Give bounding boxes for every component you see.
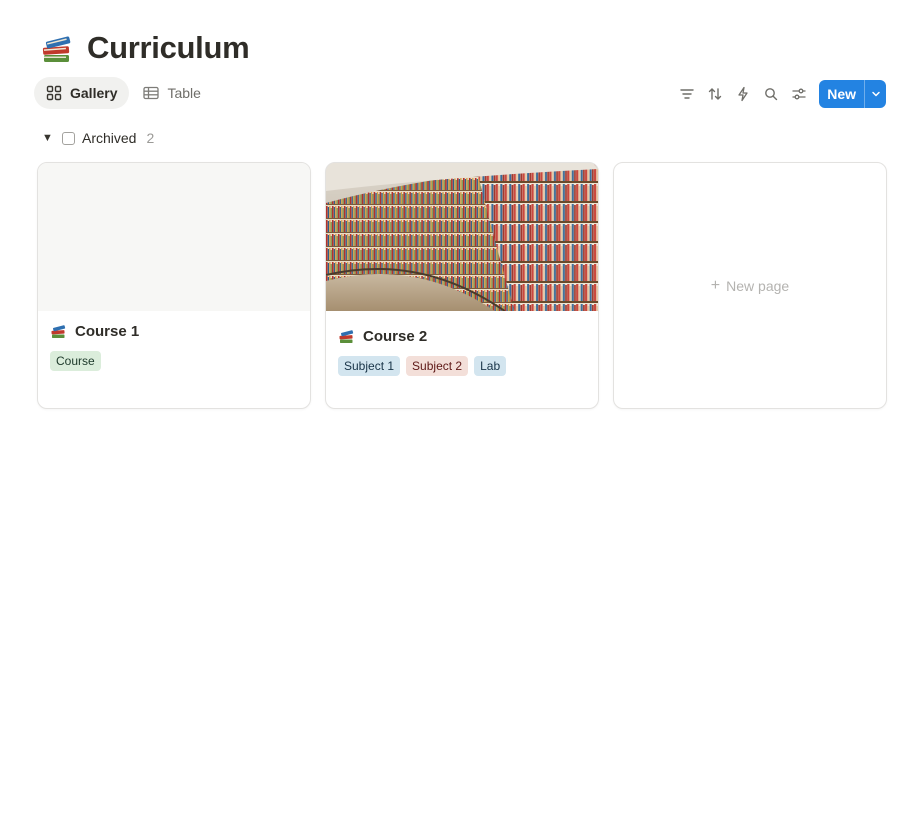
gallery: Course 1 Course Course 2 Subject 1 Subje… [37,162,887,409]
new-button[interactable]: New [819,80,864,108]
chevron-down-icon [871,91,880,97]
view-settings-button[interactable] [785,80,813,108]
tab-table[interactable]: Table [131,77,212,109]
new-page-label: New page [726,277,790,294]
tag: Lab [474,356,507,376]
search-icon [765,88,778,101]
sort-icon [709,88,722,100]
search-button[interactable] [757,80,785,108]
gallery-card[interactable]: Course 2 Subject 1 Subject 2 Lab [325,162,599,409]
tag: Subject 2 [406,356,469,376]
page-header: Curriculum [40,28,250,68]
group-label: Archived [82,130,137,146]
filter-icon [680,89,694,99]
tag: Course [50,351,101,371]
new-dropdown-button[interactable] [864,80,886,108]
sort-button[interactable] [701,80,729,108]
table-icon [143,86,160,100]
group-toggle-triangle-icon[interactable]: ▼ [42,132,56,144]
archived-checkbox[interactable] [62,131,75,145]
card-cover-empty [38,163,310,311]
books-icon [339,330,354,343]
tab-gallery[interactable]: Gallery [34,77,130,109]
books-icon[interactable] [40,30,76,66]
card-tags: Course [50,351,298,371]
card-tags: Subject 1 Subject 2 Lab [338,356,586,376]
automation-bolt-icon [738,86,748,102]
tab-table-label: Table [167,85,201,101]
gallery-card[interactable]: Course 1 Course [37,162,311,409]
automation-button[interactable] [729,80,757,108]
gallery-grid-icon [46,85,62,101]
tab-gallery-label: Gallery [70,85,118,101]
settings-sliders-icon [792,88,806,100]
card-title: Course 1 [75,322,140,340]
group-header: ▼ Archived 2 [42,128,154,148]
filter-button[interactable] [673,80,701,108]
group-count: 2 [146,130,155,146]
page-title: Curriculum [87,30,250,65]
library-bookshelves-photo [326,163,598,312]
books-icon [51,325,66,338]
view-tabs: Gallery Table [34,77,215,109]
toolbar: New [673,80,886,108]
card-title: Course 2 [363,327,428,345]
tag: Subject 1 [338,356,401,376]
new-button-group: New [819,80,886,108]
plus-icon: + [710,276,721,294]
new-page-card[interactable]: + New page [613,162,887,409]
